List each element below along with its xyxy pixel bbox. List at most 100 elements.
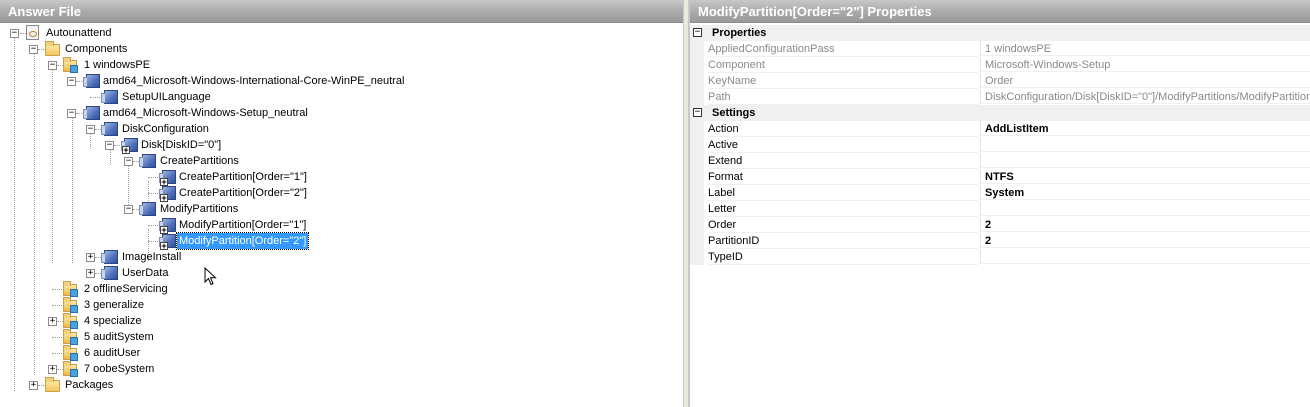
- collapse-toggle[interactable]: −: [124, 157, 133, 166]
- component-icon: [83, 106, 100, 120]
- tree-node-label[interactable]: 1 windowsPE: [82, 57, 152, 73]
- tree-node-modifypartition-2[interactable]: ModifyPartition[Order="2"]: [0, 232, 680, 250]
- collapse-toggle[interactable]: −: [693, 108, 702, 117]
- tree-node-label[interactable]: amd64_Microsoft-Windows-Setup_neutral: [101, 105, 310, 121]
- answer-file-icon: [26, 25, 39, 40]
- tree-node-auditsystem[interactable]: 5 auditSystem: [0, 329, 680, 345]
- tree-node-label[interactable]: 2 offlineServicing: [82, 281, 170, 297]
- property-value[interactable]: 2: [980, 217, 1310, 232]
- component-icon: [83, 74, 100, 88]
- tree-node-label[interactable]: Disk[DiskID="0"]: [139, 137, 223, 153]
- property-row[interactable]: AppliedConfigurationPass 1 windowsPE: [690, 41, 1310, 57]
- tree-node-audituser[interactable]: 6 auditUser: [0, 345, 680, 361]
- expand-toggle[interactable]: +: [29, 381, 38, 390]
- tree-node-label[interactable]: UserData: [120, 265, 170, 281]
- expand-toggle[interactable]: +: [86, 253, 95, 262]
- tree-node-label[interactable]: Packages: [63, 377, 115, 393]
- collapse-toggle[interactable]: −: [67, 77, 76, 86]
- tree-node-label[interactable]: Autounattend: [44, 25, 113, 41]
- tree-node-label[interactable]: ModifyPartitions: [158, 201, 240, 217]
- tree-node-label[interactable]: ImageInstall: [120, 249, 183, 265]
- property-row[interactable]: Active: [690, 137, 1310, 153]
- property-row[interactable]: Label System: [690, 185, 1310, 201]
- tree-node-imageinstall[interactable]: + ImageInstall: [0, 249, 680, 265]
- property-value[interactable]: [980, 249, 1310, 264]
- collapse-toggle[interactable]: −: [48, 61, 57, 70]
- tree-node-label[interactable]: DiskConfiguration: [120, 121, 211, 137]
- answer-file-title: Answer File: [0, 0, 683, 23]
- tree-node-offlineservicing[interactable]: 2 offlineServicing: [0, 281, 680, 297]
- component-icon: [101, 122, 118, 136]
- property-value[interactable]: [980, 153, 1310, 168]
- expand-toggle[interactable]: +: [86, 269, 95, 278]
- tree-node-windowspe[interactable]: − 1 windowsPE: [0, 57, 680, 73]
- expand-toggle[interactable]: +: [48, 317, 57, 326]
- tree-node-components[interactable]: − Components: [0, 41, 680, 57]
- tree-node-disk-0[interactable]: − Disk[DiskID="0"]: [0, 137, 680, 154]
- tree-node-diskconfiguration[interactable]: − DiskConfiguration: [0, 121, 680, 137]
- tree-node-label[interactable]: SetupUILanguage: [120, 89, 213, 105]
- collapse-toggle[interactable]: −: [86, 125, 95, 134]
- property-value[interactable]: AddListItem: [980, 121, 1310, 136]
- answer-file-tree[interactable]: − Autounattend − Components − 1 windowsP…: [0, 23, 683, 407]
- tree-node-modifypartitions[interactable]: − ModifyPartitions: [0, 201, 680, 217]
- property-name: Active: [708, 137, 978, 153]
- tree-node-label[interactable]: Components: [63, 41, 129, 57]
- expand-toggle[interactable]: +: [48, 365, 57, 374]
- property-value[interactable]: [980, 137, 1310, 152]
- tree-node-label[interactable]: amd64_Microsoft-Windows-International-Co…: [101, 73, 406, 89]
- tree-node-createpartition-2[interactable]: CreatePartition[Order="2"]: [0, 185, 680, 202]
- property-row[interactable]: TypeID: [690, 249, 1310, 265]
- property-name: Component: [708, 57, 978, 73]
- config-pass-icon: [63, 345, 78, 361]
- tree-node-label[interactable]: 5 auditSystem: [82, 329, 156, 345]
- tree-node-label[interactable]: CreatePartition[Order="2"]: [177, 185, 309, 201]
- component-icon: [101, 90, 118, 104]
- list-item-icon: [159, 218, 176, 234]
- mouse-pointer-icon: [204, 267, 217, 286]
- tree-node-label[interactable]: ModifyPartition[Order="1"]: [177, 217, 308, 233]
- tree-node-autounattend[interactable]: − Autounattend: [0, 25, 680, 41]
- tree-node-createpartition-1[interactable]: CreatePartition[Order="1"]: [0, 169, 680, 186]
- property-value[interactable]: [980, 201, 1310, 216]
- tree-node-label[interactable]: 3 generalize: [82, 297, 146, 313]
- property-value[interactable]: System: [980, 185, 1310, 200]
- property-row[interactable]: Format NTFS: [690, 169, 1310, 185]
- tree-node-label[interactable]: 4 specialize: [82, 313, 143, 329]
- tree-node-setup-neutral[interactable]: − amd64_Microsoft-Windows-Setup_neutral: [0, 105, 680, 121]
- tree-node-oobesystem[interactable]: + 7 oobeSystem: [0, 361, 680, 377]
- tree-node-label[interactable]: 7 oobeSystem: [82, 361, 156, 377]
- tree-node-label[interactable]: CreatePartition[Order="1"]: [177, 169, 309, 185]
- property-row[interactable]: Path DiskConfiguration/Disk[DiskID="0"]/…: [690, 89, 1310, 105]
- tree-node-generalize[interactable]: 3 generalize: [0, 297, 680, 313]
- tree-node-label[interactable]: 6 auditUser: [82, 345, 142, 361]
- collapse-toggle[interactable]: −: [67, 109, 76, 118]
- category-settings[interactable]: − Settings: [690, 105, 1310, 121]
- list-item-icon: [121, 138, 138, 154]
- tree-node-international-core[interactable]: − amd64_Microsoft-Windows-International-…: [0, 73, 680, 89]
- category-properties[interactable]: − Properties: [690, 25, 1310, 41]
- property-row[interactable]: Letter: [690, 201, 1310, 217]
- tree-node-createpartitions[interactable]: − CreatePartitions: [0, 153, 680, 169]
- tree-node-setupuilanguage[interactable]: SetupUILanguage: [0, 89, 680, 105]
- collapse-toggle[interactable]: −: [124, 205, 133, 214]
- collapse-toggle[interactable]: −: [29, 45, 38, 54]
- tree-node-modifypartition-1[interactable]: ModifyPartition[Order="1"]: [0, 217, 680, 234]
- property-row[interactable]: PartitionID 2: [690, 233, 1310, 249]
- tree-node-label[interactable]: CreatePartitions: [158, 153, 241, 169]
- property-row[interactable]: KeyName Order: [690, 73, 1310, 89]
- tree-node-specialize[interactable]: + 4 specialize: [0, 313, 680, 329]
- config-pass-icon: [63, 313, 78, 329]
- collapse-toggle[interactable]: −: [10, 29, 19, 38]
- property-row[interactable]: Component Microsoft-Windows-Setup: [690, 57, 1310, 73]
- collapse-toggle[interactable]: −: [693, 28, 702, 37]
- property-row[interactable]: Extend: [690, 153, 1310, 169]
- property-value[interactable]: 2: [980, 233, 1310, 248]
- tree-node-label-selected[interactable]: ModifyPartition[Order="2"]: [175, 232, 310, 250]
- property-row[interactable]: Order 2: [690, 217, 1310, 233]
- collapse-toggle[interactable]: −: [105, 141, 114, 150]
- tree-node-packages[interactable]: + Packages: [0, 377, 680, 393]
- property-value[interactable]: NTFS: [980, 169, 1310, 184]
- tree-node-userdata[interactable]: + UserData: [0, 265, 680, 281]
- property-row[interactable]: Action AddListItem: [690, 121, 1310, 137]
